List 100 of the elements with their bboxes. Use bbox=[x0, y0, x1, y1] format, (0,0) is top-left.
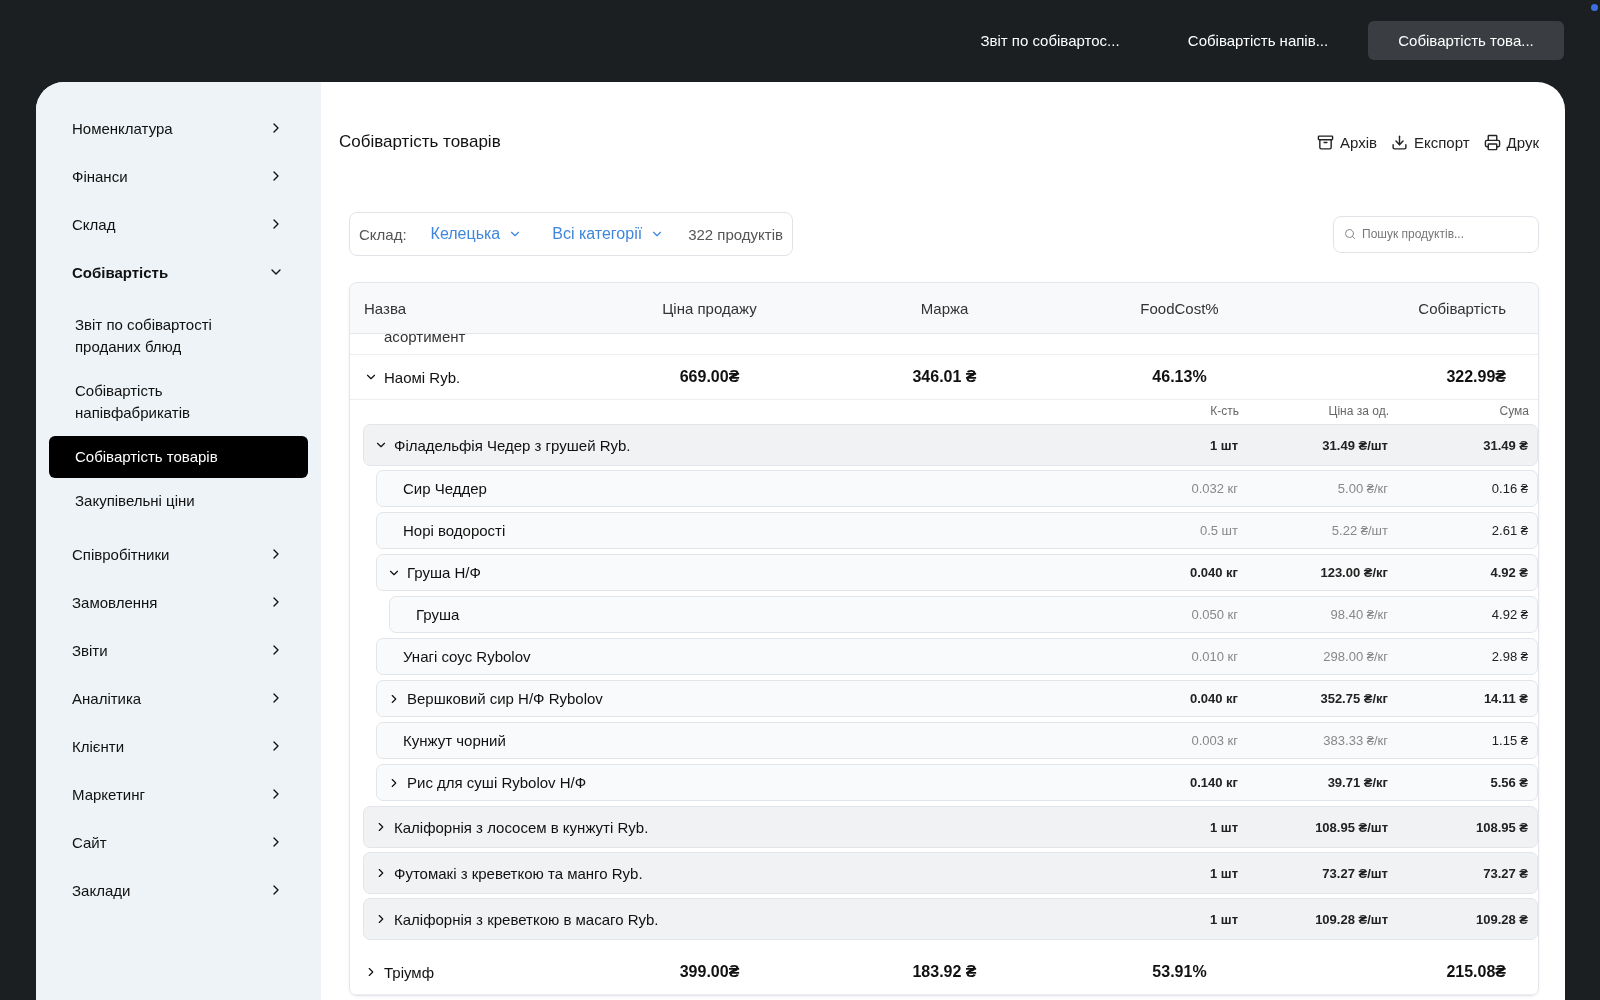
unit-price-cell-text: 383.33 ₴/кг bbox=[1322, 733, 1388, 748]
ingredient-row[interactable]: Каліфорнія з лососем в кунжуті Ryb. 1 шт 108.95 ₴/шт 108.95 ₴ bbox=[363, 806, 1538, 848]
column-header: FoodCost% bbox=[1139, 299, 1220, 317]
sidebar-subitem[interactable]: Собівартість напівфабрикатів bbox=[49, 370, 261, 434]
sum-cell-text: 1.15 ₴ bbox=[1490, 733, 1528, 748]
product-count: 322 продуктів bbox=[688, 225, 783, 243]
sidebar-item[interactable]: Заклади bbox=[49, 866, 308, 914]
sum-cell-text: 4.92 ₴ bbox=[1489, 565, 1528, 580]
sum-cell-text: 14.11 ₴ bbox=[1482, 691, 1528, 706]
sidebar-item[interactable]: Сайт bbox=[49, 818, 308, 866]
column-header: К-сть bbox=[1209, 404, 1239, 418]
warehouse-dropdown[interactable]: Келецька bbox=[424, 225, 529, 243]
sidebar-item[interactable]: Співробітники bbox=[49, 530, 308, 578]
quantity-cell-text: 0.5 шт bbox=[1198, 523, 1238, 538]
column-header: Ціна продажу bbox=[661, 299, 758, 317]
quantity-cell-text: 0.040 кг bbox=[1188, 565, 1238, 580]
product-name[interactable]: Тріумф bbox=[350, 963, 592, 981]
ingredient-row[interactable]: Футомакі з креветкою та манго Ryb. 1 шт 73.27 ₴/шт 73.27 ₴ bbox=[363, 852, 1538, 894]
ingredient-name[interactable]: Груша Н/Ф bbox=[377, 564, 1118, 581]
sidebar-item[interactable]: Склад bbox=[49, 200, 308, 248]
column-header: Сума bbox=[1498, 404, 1529, 418]
window-tab[interactable]: Собівартість напів... bbox=[1160, 20, 1356, 60]
sidebar-item[interactable]: Номенклатура bbox=[49, 104, 308, 152]
cost-cell-text: 215.08₴ bbox=[1445, 963, 1507, 981]
margin-cell-text: 183.92 ₴ bbox=[911, 963, 978, 981]
unit-price-cell-text: 123.00 ₴/кг bbox=[1319, 565, 1388, 580]
sum-cell-text: 2.61 ₴ bbox=[1490, 523, 1528, 538]
filter-label: Склад: bbox=[359, 225, 407, 243]
action-button[interactable]: Архів bbox=[1317, 133, 1377, 151]
ingredient-name[interactable]: Філадельфія Чедер з грушей Ryb. bbox=[364, 436, 1118, 454]
sidebar-item[interactable]: Маркетинг bbox=[49, 770, 308, 818]
foodcost-cell-text: 53.91% bbox=[1151, 963, 1208, 981]
quantity-cell-text: 0.010 кг bbox=[1190, 649, 1238, 664]
window-tab[interactable]: Собівартість това... bbox=[1368, 20, 1564, 60]
unit-price-cell-text: 31.49 ₴/шт bbox=[1321, 437, 1388, 453]
column-header: Собівартість bbox=[1417, 299, 1507, 317]
ingredient-name[interactable]: Вершковий сир Н/Ф Rybolov bbox=[377, 690, 1118, 707]
archive-icon bbox=[1317, 133, 1334, 151]
unit-price-cell-text: 98.40 ₴/кг bbox=[1329, 607, 1388, 622]
sum-cell-text: 31.49 ₴ bbox=[1482, 437, 1528, 453]
ingredient-name[interactable]: Каліфорнія з креветкою в масаго Ryb. bbox=[364, 910, 1118, 928]
quantity-cell-text: 1 шт bbox=[1208, 819, 1238, 835]
product-name[interactable]: Наомі Ryb. bbox=[350, 368, 592, 386]
quantity-cell-text: 0.140 кг bbox=[1188, 775, 1238, 790]
ingredient-name[interactable]: Каліфорнія з лососем в кунжуті Ryb. bbox=[364, 818, 1118, 836]
action-button[interactable]: Експорт bbox=[1391, 133, 1470, 151]
action-button[interactable]: Друк bbox=[1483, 133, 1539, 151]
sidebar-item[interactable]: Собівартість bbox=[49, 248, 308, 296]
quantity-cell-text: 0.032 кг bbox=[1190, 481, 1238, 496]
sidebar-subitem[interactable]: Закупівельні ціни bbox=[49, 480, 261, 522]
ingredient-name: Унагі соус Rybolov bbox=[402, 648, 532, 665]
status-dot bbox=[1591, 4, 1598, 11]
unit-price-cell-text: 298.00 ₴/кг bbox=[1322, 649, 1388, 664]
quantity-cell-text: 0.040 кг bbox=[1188, 691, 1238, 706]
cost-cell-text: 322.99₴ bbox=[1445, 368, 1507, 386]
table-cell: асортимент bbox=[350, 334, 1538, 355]
window-tab[interactable]: Звіт по собівартос... bbox=[952, 20, 1148, 60]
category-dropdown[interactable]: Всі категорії bbox=[546, 225, 671, 243]
price-cell-text: 669.00₴ bbox=[678, 368, 741, 386]
unit-price-cell-text: 5.22 ₴/шт bbox=[1330, 523, 1388, 538]
quantity-cell-text: 1 шт bbox=[1208, 437, 1238, 453]
page-title: Собівартість товарів bbox=[339, 132, 501, 152]
ingredient-name[interactable]: Рис для суші Rybolov Н/Ф bbox=[377, 774, 1118, 791]
sidebar-item[interactable]: Аналітика bbox=[49, 674, 308, 722]
price-cell-text: 399.00₴ bbox=[678, 963, 741, 981]
column-header: Назва bbox=[363, 299, 408, 317]
unit-price-cell-text: 109.28 ₴/шт bbox=[1314, 911, 1388, 927]
unit-price-cell-text: 352.75 ₴/кг bbox=[1319, 691, 1388, 706]
unit-price-cell-text: 5.00 ₴/кг bbox=[1336, 481, 1388, 496]
quantity-cell-text: 1 шт bbox=[1208, 865, 1238, 881]
sum-cell-text: 73.27 ₴ bbox=[1482, 865, 1528, 881]
sidebar-item[interactable]: Фінанси bbox=[49, 152, 308, 200]
sidebar-item[interactable]: Клієнти bbox=[49, 722, 308, 770]
sidebar-subitem[interactable]: Звіт по собівартості проданих блюд bbox=[49, 304, 261, 368]
ingredient-name: Груша bbox=[415, 606, 461, 623]
ingredient-name: Сир Чеддер bbox=[402, 480, 488, 497]
quantity-cell-text: 0.050 кг bbox=[1190, 607, 1238, 622]
sidebar-subitem[interactable]: Собівартість товарів bbox=[49, 436, 308, 478]
sidebar-item[interactable]: Замовлення bbox=[49, 578, 308, 626]
ingredient-name: Кунжут чорний bbox=[402, 732, 507, 749]
search-field[interactable]: Пошук продуктів... bbox=[1333, 215, 1539, 253]
ingredient-row[interactable]: Груша Н/Ф 0.040 кг 123.00 ₴/кг 4.92 ₴ bbox=[376, 554, 1538, 591]
search-icon bbox=[1344, 227, 1356, 240]
sum-cell-text: 5.56 ₴ bbox=[1489, 775, 1528, 790]
product-row[interactable]: Наомі Ryb. 669.00₴ 346.01 ₴ 46.13% 322.99₴ bbox=[350, 355, 1538, 400]
sidebar-item[interactable]: Звіти bbox=[49, 626, 308, 674]
unit-price-cell-text: 73.27 ₴/шт bbox=[1321, 865, 1388, 881]
margin-cell-text: 346.01 ₴ bbox=[911, 368, 978, 386]
sum-cell-text: 109.28 ₴ bbox=[1474, 911, 1528, 927]
ingredient-row[interactable]: Філадельфія Чедер з грушей Ryb. 1 шт 31.49 ₴/шт 31.49 ₴ bbox=[363, 424, 1538, 466]
ingredient-name[interactable]: Футомакі з креветкою та манго Ryb. bbox=[364, 864, 1118, 882]
ingredient-row[interactable]: Вершковий сир Н/Ф Rybolov 0.040 кг 352.75 ₴/кг 14.11 ₴ bbox=[376, 680, 1538, 717]
ingredient-row[interactable]: Рис для суші Rybolov Н/Ф 0.140 кг 39.71 ₴/кг 5.56 ₴ bbox=[376, 764, 1538, 801]
quantity-cell-text: 0.003 кг bbox=[1190, 733, 1238, 748]
foodcost-cell-text: 46.13% bbox=[1151, 368, 1208, 386]
product-row[interactable]: Тріумф 399.00₴ 183.92 ₴ 53.91% 215.08₴ bbox=[350, 950, 1538, 995]
sum-cell-text: 108.95 ₴ bbox=[1474, 819, 1528, 835]
ingredient-row[interactable]: Каліфорнія з креветкою в масаго Ryb. 1 шт 109.28 ₴/шт 109.28 ₴ bbox=[363, 898, 1538, 940]
download-icon bbox=[1391, 133, 1408, 151]
column-header: Маржа bbox=[919, 299, 970, 317]
